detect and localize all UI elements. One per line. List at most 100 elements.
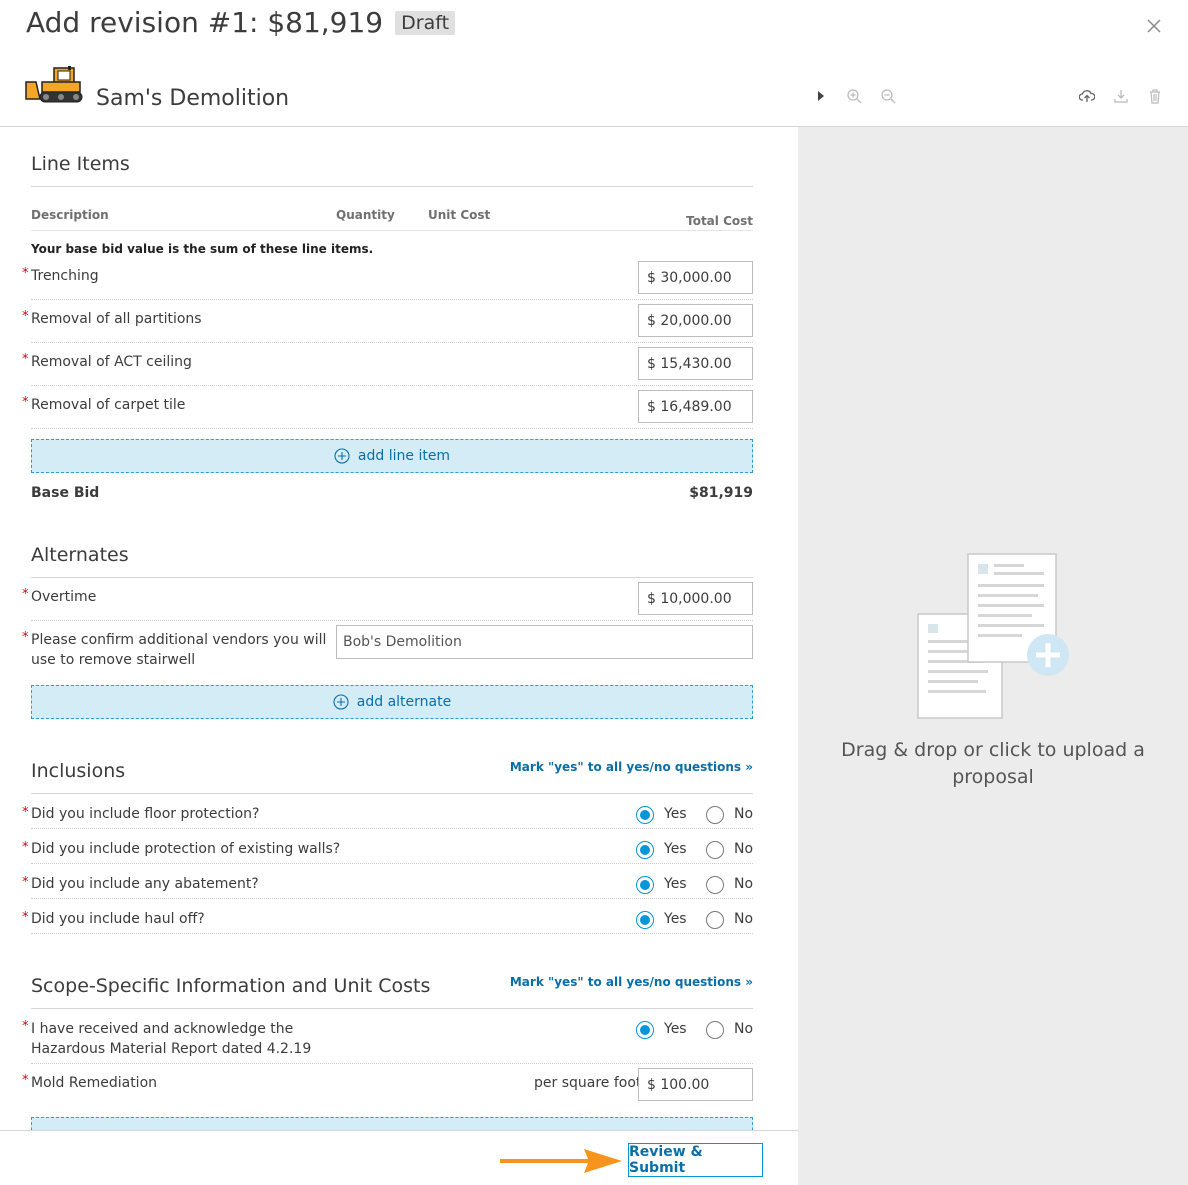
divider <box>31 793 753 794</box>
required-marker: * <box>22 805 29 820</box>
vendors-label-line2: use to remove stairwell <box>31 652 196 668</box>
divider <box>31 299 753 300</box>
mold-remediation-label: Mold Remediation <box>31 1075 158 1091</box>
line-items-title: Line Items <box>31 153 130 175</box>
required-marker: * <box>22 395 29 410</box>
upload-text-line2: proposal <box>952 766 1034 788</box>
col-unit-cost: Unit Cost <box>428 208 491 222</box>
divider <box>31 898 753 899</box>
required-marker: * <box>22 266 29 281</box>
modal-footer: Review & Submit <box>0 1130 798 1185</box>
line-item-total-input[interactable]: $ 30,000.00 <box>638 261 753 294</box>
line-item-total-input[interactable]: $ 15,430.00 <box>638 347 753 380</box>
no-radio[interactable] <box>706 911 724 929</box>
divider <box>31 933 753 934</box>
upload-text-line1: Drag & drop or click to upload a <box>841 739 1145 761</box>
yes-label: Yes <box>664 806 687 822</box>
play-icon[interactable] <box>813 88 829 104</box>
company-name: Sam's Demolition <box>96 86 290 111</box>
add-line-item-label: add line item <box>357 448 451 464</box>
cloud-upload-icon[interactable] <box>1079 88 1095 104</box>
overtime-label: Overtime <box>31 589 97 605</box>
close-icon[interactable] <box>1146 18 1162 34</box>
line-item-label: Trenching <box>31 268 99 284</box>
modal-title: Add revision #1: $81,919 Draft <box>26 6 456 39</box>
base-bid-note: Your base bid value is the sum of these … <box>31 242 374 256</box>
divider <box>31 186 753 187</box>
yes-label: Yes <box>664 841 687 857</box>
col-total-cost: Total Cost <box>686 214 753 228</box>
yes-radio[interactable] <box>636 1021 654 1039</box>
required-marker: * <box>22 630 29 645</box>
divider <box>31 230 753 231</box>
vendors-input[interactable]: Bob's Demolition <box>336 625 753 659</box>
upload-dropzone[interactable]: Drag & drop or click to upload a proposa… <box>798 127 1188 1185</box>
col-description: Description <box>31 208 109 222</box>
mold-unit-label: per square foot <box>534 1075 642 1091</box>
required-marker: * <box>22 910 29 925</box>
divider <box>31 828 753 829</box>
vendors-label-line1: Please confirm additional vendors you wi… <box>31 632 327 648</box>
no-label: No <box>734 841 754 857</box>
arrow-icon <box>500 1149 622 1173</box>
yes-radio[interactable] <box>636 841 654 859</box>
base-bid-label: Base Bid <box>31 485 100 501</box>
base-bid-value: $81,919 <box>689 485 753 501</box>
scope-title: Scope-Specific Information and Unit Cost… <box>31 975 431 997</box>
no-radio[interactable] <box>706 841 724 859</box>
divider <box>31 863 753 864</box>
no-label: No <box>734 806 754 822</box>
mark-yes-link[interactable]: Mark "yes" to all yes/no questions » <box>510 975 753 989</box>
inclusion-question: Did you include haul off? <box>31 911 205 927</box>
add-line-item-button[interactable]: add line item <box>31 439 753 473</box>
add-alternate-label: add alternate <box>356 694 452 710</box>
plus-circle-icon <box>334 448 350 464</box>
divider <box>31 385 753 386</box>
bid-form-panel: Line Items Description Quantity Unit Cos… <box>0 127 798 1130</box>
col-quantity: Quantity <box>336 208 395 222</box>
yes-radio[interactable] <box>636 806 654 824</box>
document-upload-icon <box>917 553 1069 719</box>
hazmat-label-line1: I have received and acknowledge the <box>31 1021 294 1037</box>
plus-circle-icon <box>333 694 349 710</box>
no-radio[interactable] <box>706 876 724 894</box>
mark-yes-link[interactable]: Mark "yes" to all yes/no questions » <box>510 760 753 774</box>
zoom-in-icon[interactable] <box>846 88 862 104</box>
no-label: No <box>734 876 754 892</box>
add-alternate-button[interactable]: add alternate <box>31 685 753 719</box>
upload-instructions: Drag & drop or click to upload a proposa… <box>818 737 1168 791</box>
no-radio[interactable] <box>706 1021 724 1039</box>
required-marker: * <box>22 1073 29 1088</box>
inclusions-title: Inclusions <box>31 760 126 782</box>
divider <box>31 1008 753 1009</box>
yes-label: Yes <box>664 876 687 892</box>
required-marker: * <box>22 309 29 324</box>
yes-label: Yes <box>664 1021 687 1037</box>
modal-header: Add revision #1: $81,919 Draft Sam's Dem… <box>0 0 1188 127</box>
status-badge: Draft <box>395 10 456 35</box>
zoom-out-icon[interactable] <box>880 88 896 104</box>
mold-remediation-input[interactable]: $ 100.00 <box>638 1068 753 1101</box>
inclusion-question: Did you include any abatement? <box>31 876 259 892</box>
download-icon[interactable] <box>1113 88 1129 104</box>
line-item-total-input[interactable]: $ 20,000.00 <box>638 304 753 337</box>
required-marker: * <box>22 840 29 855</box>
overtime-input[interactable]: $ 10,000.00 <box>638 582 753 615</box>
bulldozer-icon <box>25 66 83 103</box>
add-scope-item-button[interactable] <box>31 1117 753 1130</box>
divider <box>31 428 753 429</box>
inclusion-question: Did you include floor protection? <box>31 806 260 822</box>
line-item-label: Removal of ACT ceiling <box>31 354 192 370</box>
no-label: No <box>734 911 754 927</box>
trash-icon[interactable] <box>1147 88 1163 104</box>
review-submit-button[interactable]: Review & Submit <box>628 1143 763 1177</box>
line-item-total-input[interactable]: $ 16,489.00 <box>638 390 753 423</box>
hazmat-label: I have received and acknowledge the Haza… <box>31 1019 311 1059</box>
line-item-label: Removal of carpet tile <box>31 397 186 413</box>
divider <box>31 620 753 621</box>
alternates-title: Alternates <box>31 544 129 566</box>
yes-radio[interactable] <box>636 911 654 929</box>
no-radio[interactable] <box>706 806 724 824</box>
inclusion-question: Did you include protection of existing w… <box>31 841 341 857</box>
yes-radio[interactable] <box>636 876 654 894</box>
